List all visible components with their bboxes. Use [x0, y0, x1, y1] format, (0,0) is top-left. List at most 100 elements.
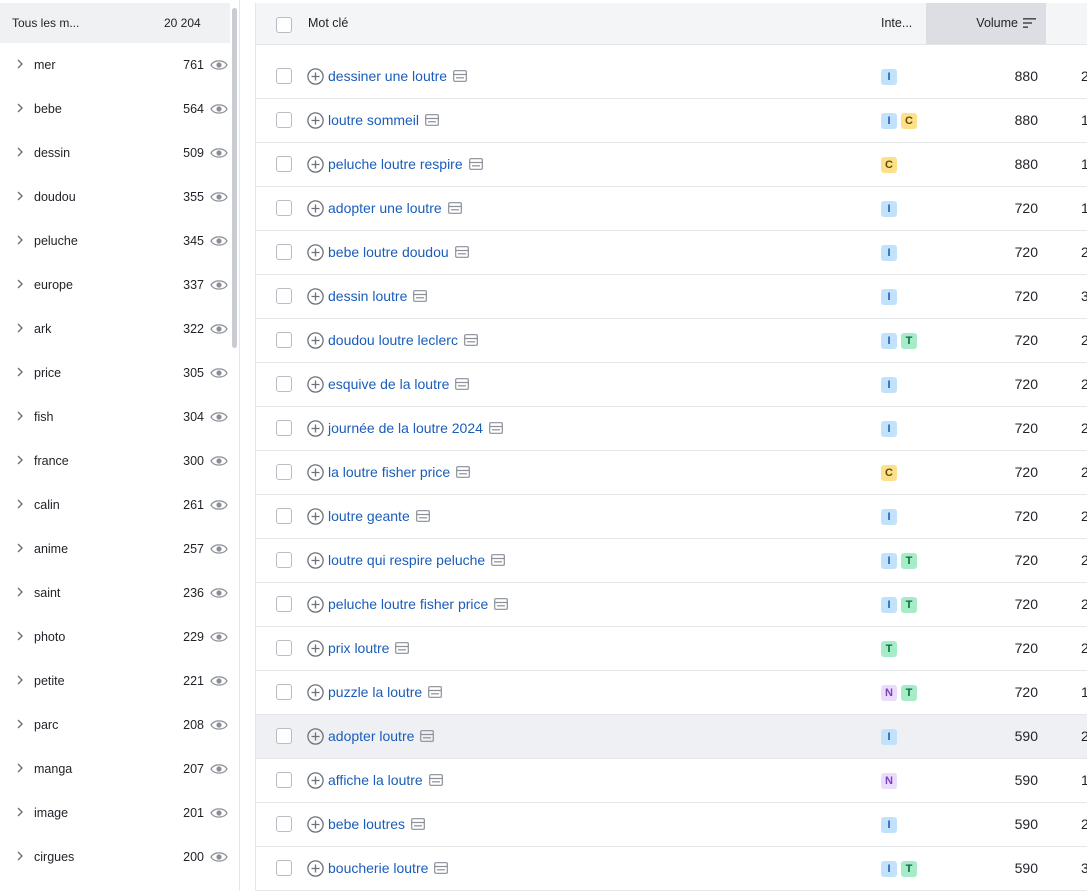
volume-column-header[interactable]: Volume — [926, 3, 1046, 44]
chevron-right-icon[interactable] — [14, 498, 26, 510]
serp-preview-icon[interactable] — [447, 202, 462, 214]
row-checkbox[interactable] — [276, 684, 292, 700]
serp-preview-icon[interactable] — [464, 334, 478, 346]
row-checkbox[interactable] — [276, 508, 292, 524]
row-checkbox[interactable] — [276, 288, 292, 304]
sidebar-item-saint[interactable]: saint 236 — [0, 571, 232, 615]
row-checkbox[interactable] — [276, 420, 292, 436]
sidebar-item-anime[interactable]: anime 257 — [0, 527, 232, 571]
sidebar-item-peluche[interactable]: peluche 345 — [0, 219, 232, 263]
sidebar-item-dessin[interactable]: dessin 509 — [0, 131, 232, 175]
eye-icon[interactable] — [210, 674, 228, 688]
sidebar-item-image[interactable]: image 201 — [0, 791, 232, 835]
eye-icon[interactable] — [210, 146, 228, 160]
add-keyword-icon[interactable] — [307, 156, 324, 173]
keyword-link[interactable]: loutre geante — [328, 508, 410, 524]
chevron-right-icon[interactable] — [14, 850, 26, 862]
add-keyword-icon[interactable] — [307, 288, 324, 305]
serp-preview-icon[interactable] — [454, 246, 469, 258]
keyword-link[interactable]: affiche la loutre — [328, 772, 423, 788]
add-keyword-icon[interactable] — [307, 772, 324, 789]
sidebar-item-parc[interactable]: parc 208 — [0, 703, 232, 747]
eye-icon[interactable] — [210, 630, 228, 644]
intent-column-header[interactable]: Inte... — [881, 16, 912, 30]
keyword-link[interactable]: bebe loutres — [328, 816, 405, 832]
serp-preview-icon[interactable] — [455, 378, 470, 390]
eye-icon[interactable] — [210, 718, 228, 732]
keyword-link[interactable]: adopter une loutre — [328, 200, 442, 216]
serp-preview-icon[interactable] — [425, 114, 439, 126]
keyword-link[interactable]: puzzle la loutre — [328, 684, 422, 700]
serp-preview-icon[interactable] — [428, 774, 443, 786]
keyword-link[interactable]: loutre qui respire peluche — [328, 552, 485, 568]
add-keyword-icon[interactable] — [307, 860, 324, 877]
sidebar-item-ark[interactable]: ark 322 — [0, 307, 232, 351]
keyword-link[interactable]: peluche loutre fisher price — [328, 596, 488, 612]
keyword-link[interactable]: bebe loutre doudou — [328, 244, 449, 260]
sidebar-item-price[interactable]: price 305 — [0, 351, 232, 395]
keyword-link[interactable]: loutre sommeil — [328, 112, 419, 128]
keyword-column-header[interactable]: Mot clé — [308, 16, 348, 30]
chevron-right-icon[interactable] — [14, 806, 26, 818]
eye-icon[interactable] — [210, 366, 228, 380]
keyword-link[interactable]: dessin loutre — [328, 288, 407, 304]
add-keyword-icon[interactable] — [307, 112, 324, 129]
serp-preview-icon[interactable] — [489, 422, 503, 434]
chevron-right-icon[interactable] — [14, 190, 26, 202]
row-checkbox[interactable] — [276, 728, 292, 744]
chevron-right-icon[interactable] — [14, 630, 26, 642]
sidebar-item-photo[interactable]: photo 229 — [0, 615, 232, 659]
sidebar-item-cirgues[interactable]: cirgues 200 — [0, 835, 232, 879]
serp-preview-icon[interactable] — [428, 686, 443, 698]
chevron-right-icon[interactable] — [14, 718, 26, 730]
row-checkbox[interactable] — [276, 112, 292, 128]
keyword-link[interactable]: dessiner une loutre — [328, 68, 447, 84]
row-checkbox[interactable] — [276, 244, 292, 260]
sidebar-item-france[interactable]: france 300 — [0, 439, 232, 483]
sidebar-item-fish[interactable]: fish 304 — [0, 395, 232, 439]
row-checkbox[interactable] — [276, 816, 292, 832]
keyword-link[interactable]: prix loutre — [328, 640, 389, 656]
row-checkbox[interactable] — [276, 332, 292, 348]
eye-icon[interactable] — [210, 850, 228, 864]
add-keyword-icon[interactable] — [307, 728, 324, 745]
eye-icon[interactable] — [210, 586, 228, 600]
row-checkbox[interactable] — [276, 68, 292, 84]
row-checkbox[interactable] — [276, 552, 292, 568]
eye-icon[interactable] — [210, 190, 228, 204]
eye-icon[interactable] — [210, 410, 228, 424]
serp-preview-icon[interactable] — [413, 290, 428, 302]
eye-icon[interactable] — [210, 234, 228, 248]
serp-preview-icon[interactable] — [491, 554, 506, 566]
add-keyword-icon[interactable] — [307, 332, 324, 349]
add-keyword-icon[interactable] — [307, 640, 324, 657]
eye-icon[interactable] — [210, 454, 228, 468]
sidebar-item-europe[interactable]: europe 337 — [0, 263, 232, 307]
serp-preview-icon[interactable] — [415, 510, 430, 522]
add-keyword-icon[interactable] — [307, 376, 324, 393]
add-keyword-icon[interactable] — [307, 508, 324, 525]
sidebar-item-petite[interactable]: petite 221 — [0, 659, 232, 703]
serp-preview-icon[interactable] — [494, 598, 509, 610]
row-checkbox[interactable] — [276, 772, 292, 788]
row-checkbox[interactable] — [276, 464, 292, 480]
serp-preview-icon[interactable] — [420, 730, 435, 742]
keyword-link[interactable]: boucherie loutre — [328, 860, 428, 876]
eye-icon[interactable] — [210, 322, 228, 336]
eye-icon[interactable] — [210, 762, 228, 776]
chevron-right-icon[interactable] — [14, 58, 26, 70]
chevron-right-icon[interactable] — [14, 762, 26, 774]
add-keyword-icon[interactable] — [307, 596, 324, 613]
eye-icon[interactable] — [210, 278, 228, 292]
select-all-checkbox[interactable] — [276, 17, 292, 33]
keyword-link[interactable]: la loutre fisher price — [328, 464, 450, 480]
eye-icon[interactable] — [210, 542, 228, 556]
eye-icon[interactable] — [210, 102, 228, 116]
chevron-right-icon[interactable] — [14, 102, 26, 114]
serp-preview-icon[interactable] — [395, 642, 410, 654]
add-keyword-icon[interactable] — [307, 420, 324, 437]
keyword-link[interactable]: esquive de la loutre — [328, 376, 449, 392]
eye-icon[interactable] — [210, 806, 228, 820]
add-keyword-icon[interactable] — [307, 552, 324, 569]
sidebar-item-bebe[interactable]: bebe 564 — [0, 87, 232, 131]
